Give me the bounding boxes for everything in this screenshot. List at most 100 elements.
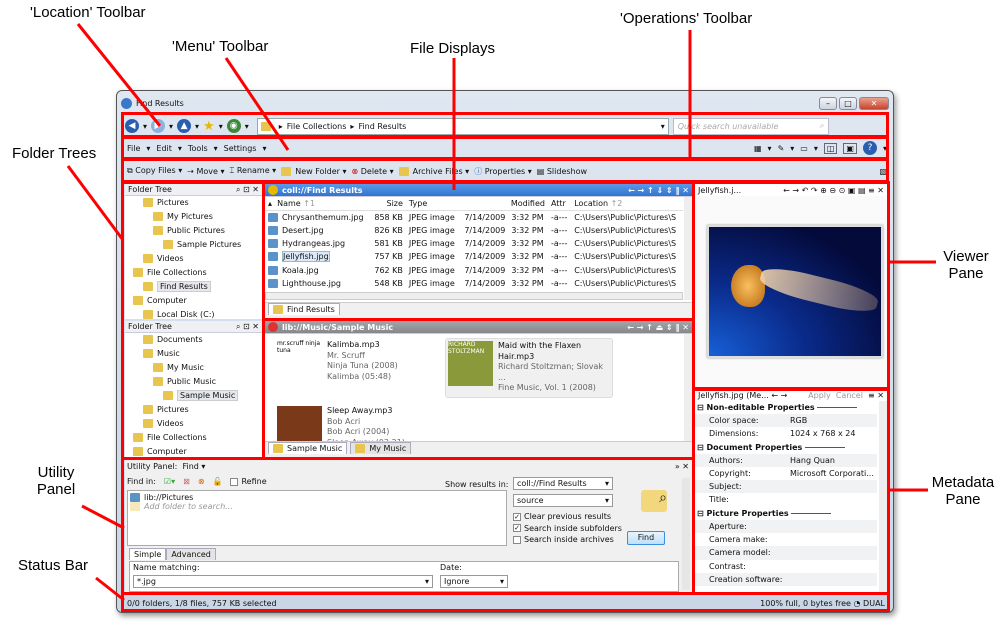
utility-mode-dropdown[interactable]: Find ▾ (182, 462, 205, 471)
property-group[interactable]: ⊟ Document Properties (695, 441, 877, 454)
viewer-controls-icons[interactable]: ← → ↶ ↷ ⊕ ⊖ ⊙ ▣ ▤ ≡ ✕ (783, 186, 884, 195)
viewer-pane-toggle-icon[interactable]: ▣ (843, 142, 857, 154)
delete-button[interactable]: ⊗ Delete ▾ (351, 167, 393, 176)
network-globe-icon[interactable]: ◉ (226, 119, 241, 133)
chevron-down-icon[interactable]: ▾ (169, 122, 173, 131)
table-row[interactable]: Chrysanthemum.jpg 858 KB JPEG image 7/14/20… (265, 210, 683, 223)
column-size[interactable]: Size (370, 197, 406, 210)
column-type[interactable]: Type (406, 197, 460, 210)
find-in-folder-list[interactable]: lib://Pictures Add folder to search... (127, 490, 507, 546)
tree-item[interactable]: File Collections (125, 431, 262, 445)
horizontal-scrollbar[interactable] (265, 292, 683, 300)
tab-find-results[interactable]: Find Results (268, 303, 340, 315)
back-icon[interactable]: ◀ (125, 119, 139, 133)
pane-nav-icons[interactable]: ← → ↑ ⇓ ⇕ ‖ ✕ (628, 186, 689, 195)
forward-icon[interactable]: ▶ (151, 119, 166, 133)
property-row[interactable]: Contrast: (695, 560, 877, 573)
property-row[interactable]: Authors: Hang Quan (695, 453, 877, 467)
property-row[interactable]: Color space: RGB (695, 414, 877, 428)
tree-item[interactable]: Videos (125, 252, 262, 266)
tree-item[interactable]: Documents (125, 333, 262, 347)
quick-search-input[interactable]: Quick search unavailable ⌕ (672, 117, 829, 135)
music-item[interactable]: RICHARD STOLTZMAN Maid with the Flaxen Ha… (445, 338, 613, 398)
vertical-scrollbar[interactable] (682, 478, 690, 590)
results-target-select[interactable]: coll://Find Results ▾ (513, 477, 613, 490)
collapse-close-icons[interactable]: » ✕ (675, 462, 689, 471)
tree-item[interactable]: Sample Pictures (125, 238, 262, 252)
layout-icon[interactable]: ▭ (800, 144, 808, 153)
tab-simple[interactable]: Simple (129, 548, 167, 560)
move-button[interactable]: ⇢ Move ▾ (187, 167, 224, 176)
option-checkbox[interactable]: Search inside archives (513, 534, 622, 546)
tree-item[interactable]: Public Pictures (125, 224, 262, 238)
pane-nav-icons[interactable]: ← → ↑ ⏏ ⇕ ‖ ✕ (627, 323, 689, 332)
tab-sample-music[interactable]: Sample Music (268, 442, 348, 454)
option-checkbox[interactable]: ✓ Search inside subfolders (513, 523, 622, 535)
tree-item[interactable]: File Collections (125, 266, 262, 280)
breadcrumb-file-collections[interactable]: File Collections (287, 122, 347, 131)
table-row[interactable]: Lighthouse.jpg 548 KB JPEG image 7/14/2009 3… (265, 277, 683, 290)
tree-item[interactable]: Computer (125, 445, 262, 457)
column-location[interactable]: Location ↑2 (571, 197, 683, 210)
favorites-star-icon[interactable]: ★ (203, 119, 215, 134)
music-item[interactable]: mr.scruff ninja tuna Kalimba.mp3 Mr. Scruf… (275, 338, 443, 398)
close-button[interactable]: ✕ (859, 96, 889, 110)
tree-item[interactable]: Videos (125, 417, 262, 431)
tree-item[interactable]: Public Music (125, 375, 262, 389)
source-select[interactable]: source ▾ (513, 494, 613, 507)
properties-button[interactable]: ⓘ Properties ▾ (474, 166, 532, 177)
find-button[interactable]: Find (627, 531, 665, 545)
tab-advanced[interactable]: Advanced (166, 548, 216, 560)
chevron-down-icon[interactable]: ▾ (195, 122, 199, 131)
property-row[interactable]: Aperture: (695, 519, 877, 534)
name-matching-input[interactable]: *.jpg ▾ (133, 575, 433, 588)
vertical-scrollbar[interactable] (879, 401, 887, 593)
add-folder-placeholder[interactable]: Add folder to search... (130, 502, 504, 511)
table-row[interactable]: Hydrangeas.jpg 581 KB JPEG image 7/14/2009 3… (265, 237, 683, 250)
close-icon[interactable]: ✕ (252, 185, 259, 194)
copy-files-button[interactable]: ⧉ Copy Files ▾ (127, 166, 182, 176)
table-row[interactable]: Jellyfish.jpg 757 KB JPEG image 7/14/2009 3:… (265, 250, 683, 263)
search-folder-item[interactable]: lib://Pictures (130, 493, 504, 502)
column-name[interactable]: ▴ Name ↑1 (265, 197, 370, 210)
tab-my-music[interactable]: My Music (350, 442, 412, 454)
view-mode-icon[interactable]: ▦ (754, 144, 762, 153)
property-group[interactable]: ⊟ Non-editable Properties (695, 401, 877, 414)
lock-icon[interactable]: 🔓 (213, 477, 223, 486)
lock-icon[interactable]: ⊡ (243, 185, 250, 194)
table-row[interactable]: Koala.jpg 762 KB JPEG image 7/14/2009 3:32 P… (265, 263, 683, 276)
tree-item[interactable]: My Pictures (125, 210, 262, 224)
column-attr[interactable]: Attr (548, 197, 571, 210)
add-folder-icon[interactable]: ☑▾ (164, 477, 175, 486)
breadcrumb-find-results[interactable]: Find Results (358, 122, 406, 131)
edit-icon[interactable]: ✎ (778, 144, 785, 153)
property-row[interactable]: Subject: (695, 480, 877, 494)
property-row[interactable]: Copyright: Microsoft Corporati... (695, 467, 877, 480)
search-icon[interactable]: ⌕ (236, 185, 240, 195)
tree-item[interactable]: My Music (125, 361, 262, 375)
chevron-down-icon[interactable]: ▾ (245, 122, 249, 131)
chevron-down-icon[interactable]: ▾ (143, 122, 147, 131)
table-row[interactable]: Desert.jpg 826 KB JPEG image 7/14/2009 3:32 … (265, 224, 683, 237)
address-dropdown-icon[interactable]: ▾ (661, 122, 665, 131)
dual-mode[interactable]: DUAL (863, 599, 885, 608)
property-row[interactable]: Camera make: (695, 533, 877, 546)
chevron-down-icon[interactable]: ▾ (219, 122, 223, 131)
close-icon[interactable]: ✕ (252, 322, 259, 331)
tree-item[interactable]: Local Disk (C:) (125, 308, 262, 319)
refine-checkbox[interactable]: Refine (230, 477, 267, 486)
apply-button[interactable]: Apply (808, 391, 831, 400)
property-row[interactable]: Creation software: (695, 572, 877, 587)
property-row[interactable]: Title: (695, 493, 877, 506)
tree-item[interactable]: Music (125, 347, 262, 361)
preferences-icon[interactable]: ▧ (879, 167, 887, 176)
tree-item[interactable]: Find Results (125, 280, 262, 294)
tree-item[interactable]: Pictures (125, 403, 262, 417)
menu-settings[interactable]: Settings (224, 144, 257, 153)
tree-item[interactable]: Pictures (125, 196, 262, 210)
clear-folders-icon[interactable]: ⊗ (198, 477, 205, 486)
vertical-scrollbar[interactable] (684, 197, 692, 300)
date-select[interactable]: Ignore ▾ (440, 575, 508, 588)
dual-pane-toggle-icon[interactable]: ◫ (823, 142, 838, 154)
minimize-button[interactable]: – (819, 96, 837, 110)
